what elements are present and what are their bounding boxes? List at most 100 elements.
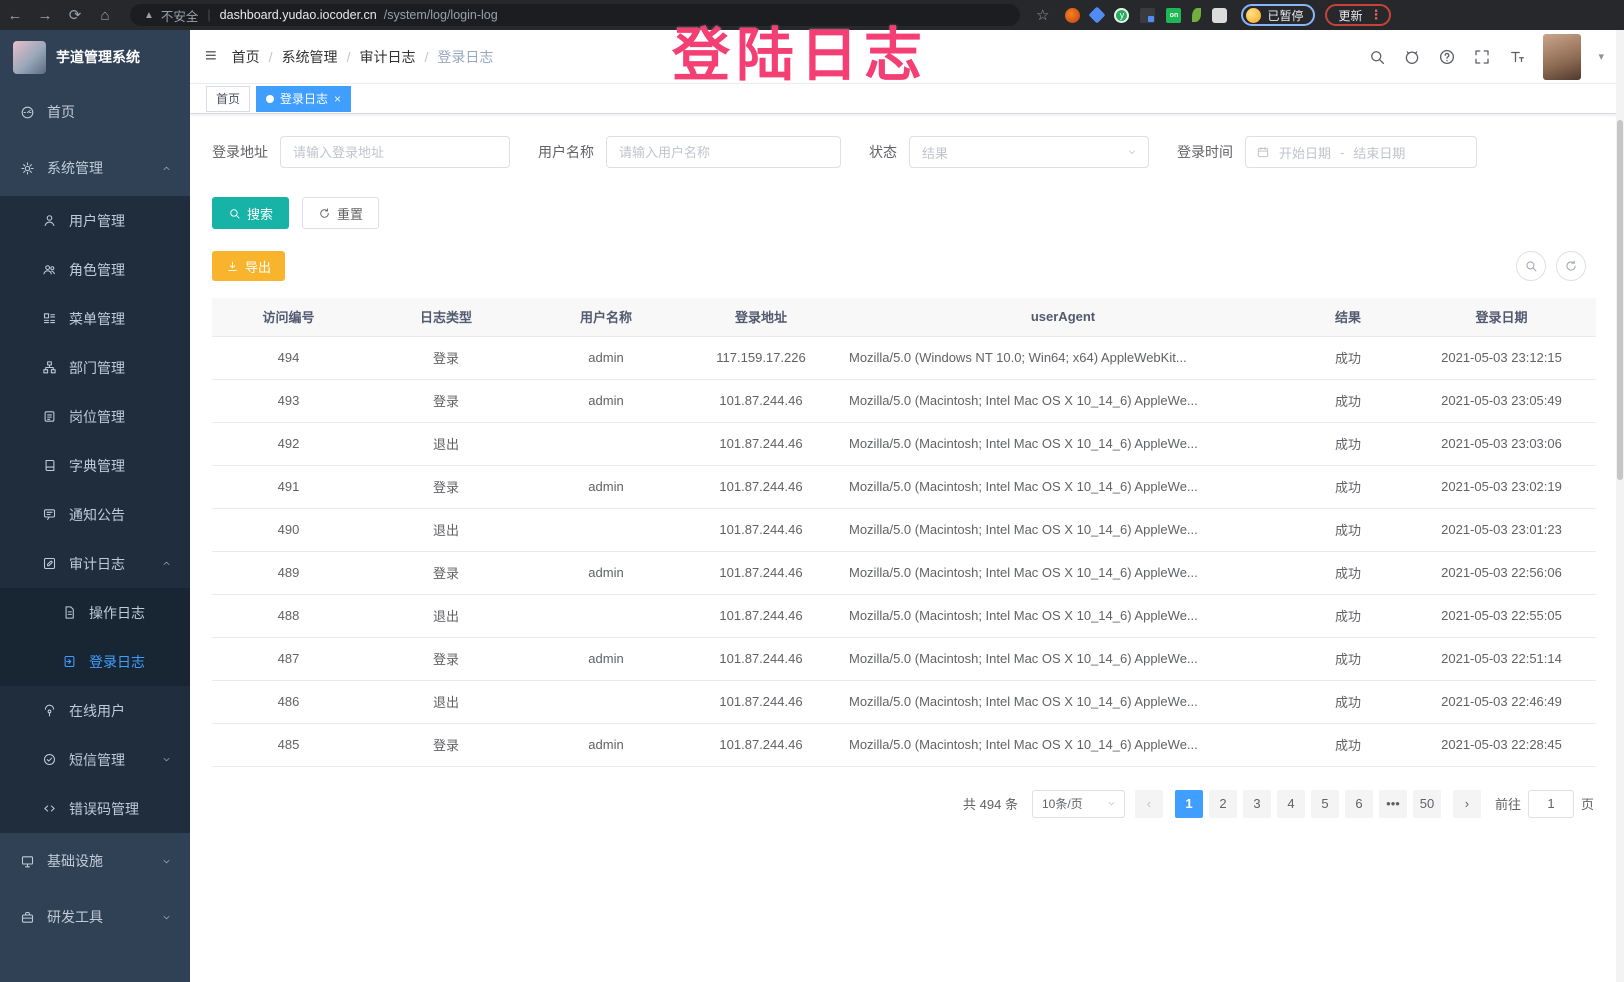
browser-reload-icon[interactable]: ⟳ (60, 6, 90, 24)
browser-update-button[interactable]: 更新 ⋮ (1325, 4, 1391, 26)
browser-forward-icon[interactable]: → (30, 7, 60, 24)
date-range-picker[interactable]: 开始日期 - 结束日期 (1245, 136, 1477, 168)
sidebar-item-audit-log[interactable]: 审计日志 (0, 539, 190, 588)
menu-icon (42, 311, 57, 326)
pager-ellipsis[interactable]: ••• (1379, 790, 1407, 818)
page-button-6[interactable]: 6 (1345, 790, 1373, 818)
cell-login_date: 2021-05-03 23:12:15 (1407, 336, 1596, 379)
extension-orange-icon[interactable] (1065, 8, 1080, 23)
sidebar-item-label: 短信管理 (69, 750, 125, 770)
tab-home[interactable]: 首页 (206, 86, 250, 112)
cell-username: admin (527, 336, 685, 379)
breadcrumb-audit[interactable]: 审计日志 (359, 47, 415, 67)
extension-leaf-icon[interactable] (1192, 8, 1201, 22)
filter-buttons: 搜索 重置 (212, 197, 1596, 229)
sidebar-item-label: 角色管理 (69, 260, 125, 280)
cell-type: 登录 (365, 551, 527, 594)
extension-gem-icon[interactable] (1089, 7, 1106, 24)
update-label: 更新 (1338, 7, 1362, 24)
extension-green-icon[interactable]: y (1114, 8, 1129, 23)
sidebar-item-label: 首页 (47, 102, 75, 122)
cell-ip: 101.87.244.46 (685, 637, 837, 680)
goto-page-input[interactable] (1528, 790, 1574, 818)
cell-username: admin (527, 723, 685, 766)
sidebar-logo[interactable]: 芋道管理系统 (0, 30, 190, 84)
column-header-login_date: 登录日期 (1407, 298, 1596, 336)
prev-page-button[interactable]: ‹ (1135, 790, 1163, 818)
page-button-1[interactable]: 1 (1175, 790, 1203, 818)
cell-user_agent: Mozilla/5.0 (Macintosh; Intel Mac OS X 1… (837, 594, 1289, 637)
table-body: 494登录admin117.159.17.226Mozilla/5.0 (Win… (212, 336, 1596, 766)
page-button-5[interactable]: 5 (1311, 790, 1339, 818)
tab-close-icon[interactable]: × (334, 92, 341, 106)
toggle-search-button[interactable] (1516, 251, 1546, 281)
fullscreen-icon[interactable] (1473, 48, 1491, 66)
sidebar-item-role-mgmt[interactable]: 角色管理 (0, 245, 190, 294)
sidebar-item-notice[interactable]: 通知公告 (0, 490, 190, 539)
hamburger-icon[interactable]: ≡ (190, 45, 232, 68)
sidebar-item-infrastructure[interactable]: 基础设施 (0, 833, 190, 889)
address-bar[interactable]: ▲ 不安全 | dashboard.yudao.iocoder.cn/syste… (130, 4, 1020, 26)
sidebar-item-dev-tools[interactable]: 研发工具 (0, 889, 190, 945)
page-button-2[interactable]: 2 (1209, 790, 1237, 818)
header-search-icon[interactable] (1368, 48, 1386, 66)
tab-login-log[interactable]: 登录日志 × (256, 86, 351, 112)
extension-on-icon[interactable]: on (1166, 8, 1181, 23)
search-button[interactable]: 搜索 (212, 197, 289, 229)
help-icon[interactable] (1438, 48, 1456, 66)
status-select[interactable]: 结果 (909, 136, 1149, 168)
sms-icon (42, 752, 57, 767)
github-icon[interactable] (1403, 48, 1421, 66)
login-time-label: 登录时间 (1177, 142, 1233, 162)
page-size-select[interactable]: 10条/页 (1032, 790, 1125, 818)
browser-chrome: ← → ⟳ ⌂ ▲ 不安全 | dashboard.yudao.iocoder.… (0, 0, 1624, 30)
cell-login_date: 2021-05-03 22:46:49 (1407, 680, 1596, 723)
page-button-3[interactable]: 3 (1243, 790, 1271, 818)
sidebar-item-label: 字典管理 (69, 456, 125, 476)
cell-ip: 101.87.244.46 (685, 723, 837, 766)
chevron-down-icon (161, 912, 172, 923)
bookmark-star-icon[interactable]: ☆ (1036, 6, 1049, 24)
sidebar-item-login-log[interactable]: 登录日志 (0, 637, 190, 686)
page-button-4[interactable]: 4 (1277, 790, 1305, 818)
sidebar-item-online-users[interactable]: 在线用户 (0, 686, 190, 735)
table-row: 493登录admin101.87.244.46Mozilla/5.0 (Maci… (212, 379, 1596, 422)
sidebar-item-home[interactable]: 首页 (0, 84, 190, 140)
next-page-button[interactable]: › (1453, 790, 1481, 818)
sidebar-item-post-mgmt[interactable]: 岗位管理 (0, 392, 190, 441)
sidebar-item-error-code-mgmt[interactable]: 错误码管理 (0, 784, 190, 833)
cell-user_agent: Mozilla/5.0 (Macintosh; Intel Mac OS X 1… (837, 508, 1289, 551)
browser-profile-chip[interactable]: 已暂停 (1241, 4, 1315, 26)
extensions-puzzle-icon[interactable] (1212, 8, 1227, 23)
font-size-icon[interactable] (1508, 48, 1526, 66)
breadcrumb-home[interactable]: 首页 (232, 47, 260, 67)
export-button[interactable]: 导出 (212, 251, 285, 281)
refresh-table-button[interactable] (1556, 251, 1586, 281)
page-size-value: 10条/页 (1042, 795, 1083, 812)
breadcrumb-system[interactable]: 系统管理 (282, 47, 338, 67)
page-button-50[interactable]: 50 (1413, 790, 1441, 818)
browser-menu-kebab-icon[interactable]: ⋮ (1369, 7, 1382, 23)
user-avatar[interactable] (1543, 34, 1581, 80)
avatar-caret-down-icon[interactable]: ▾ (1598, 50, 1604, 63)
username-input[interactable] (606, 136, 841, 168)
sidebar-item-operation-log[interactable]: 操作日志 (0, 588, 190, 637)
sidebar-item-system-mgmt[interactable]: 系统管理 (0, 140, 190, 196)
browser-back-icon[interactable]: ← (0, 7, 30, 24)
sidebar-item-menu-mgmt[interactable]: 菜单管理 (0, 294, 190, 343)
extension-grid-icon[interactable] (1140, 8, 1155, 23)
login-address-input[interactable] (280, 136, 510, 168)
reset-button[interactable]: 重置 (302, 197, 379, 229)
sidebar-item-user-mgmt[interactable]: 用户管理 (0, 196, 190, 245)
browser-home-icon[interactable]: ⌂ (90, 7, 120, 24)
sidebar-item-dict-mgmt[interactable]: 字典管理 (0, 441, 190, 490)
scrollbar-thumb[interactable] (1617, 120, 1623, 480)
filter-status: 状态 结果 (869, 136, 1149, 168)
filter-login-address: 登录地址 (212, 136, 510, 168)
sidebar-item-dept-mgmt[interactable]: 部门管理 (0, 343, 190, 392)
cell-ip: 101.87.244.46 (685, 465, 837, 508)
sidebar-item-sms-mgmt[interactable]: 短信管理 (0, 735, 190, 784)
cell-id: 485 (212, 723, 365, 766)
status-placeholder: 结果 (922, 143, 948, 162)
tags-view-bar: 首页 登录日志 × (190, 84, 1616, 114)
